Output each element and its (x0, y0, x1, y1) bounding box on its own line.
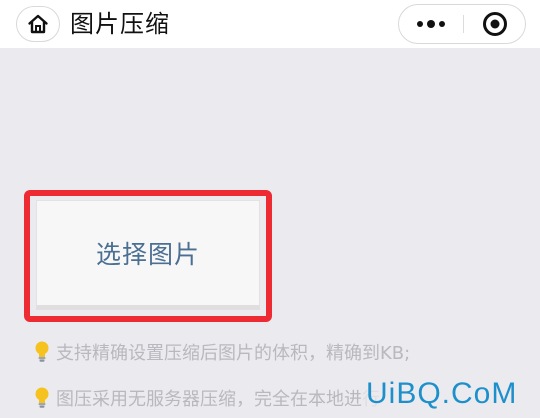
lightbulb-icon (35, 387, 49, 408)
tip-text: 图压采用无服务器压缩，完全在本地进行 (56, 389, 380, 410)
target-close-icon (483, 12, 507, 36)
site-watermark: UiBQ.CoM (362, 374, 522, 414)
home-icon (28, 14, 48, 34)
page-title: 图片压缩 (70, 10, 170, 38)
tip-item: 支持精确设置压缩后图片的体积，精确到KB; (34, 338, 410, 366)
capsule-menu (398, 4, 526, 44)
select-image-button[interactable]: 选择图片 (36, 200, 260, 310)
tip-text: 支持精确设置压缩后图片的体积，精确到KB; (56, 343, 411, 364)
close-miniprogram-button[interactable] (464, 5, 526, 43)
top-navigation-bar: 图片压缩 (0, 0, 540, 48)
more-button[interactable] (399, 5, 463, 43)
tip-item: 图压采用无服务器压缩，完全在本地进行 (34, 384, 380, 412)
lightbulb-icon (35, 341, 49, 362)
home-button[interactable] (16, 6, 60, 42)
select-image-label: 选择图片 (95, 240, 200, 269)
more-dots-icon (417, 20, 445, 28)
